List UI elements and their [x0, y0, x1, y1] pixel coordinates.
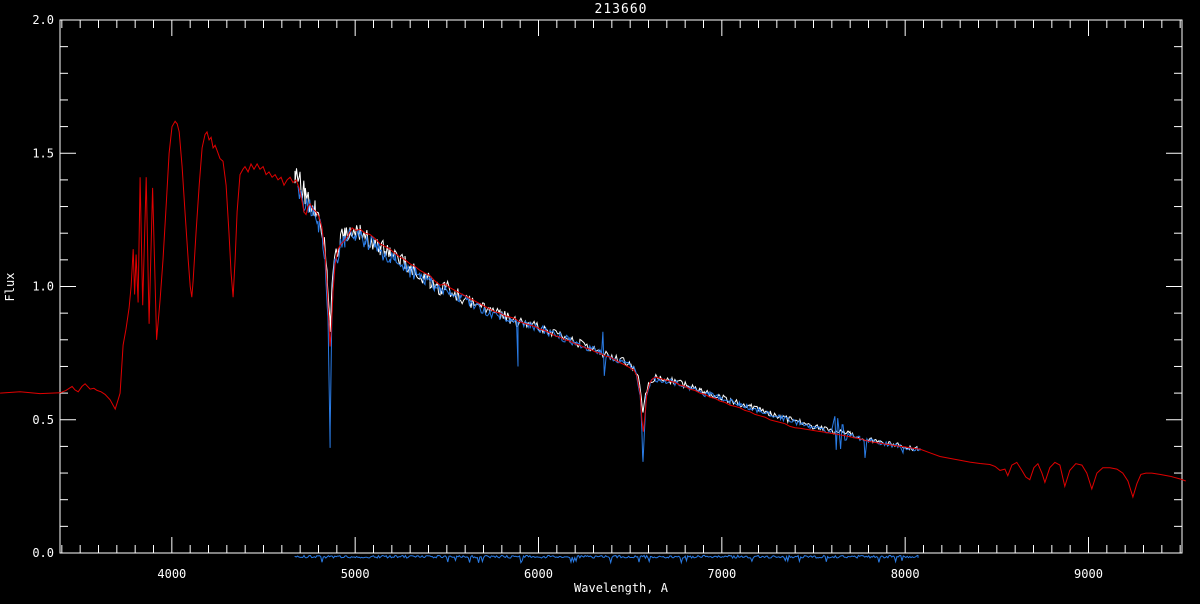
spectrum-chart: 4000 5000 6000 7000 8000 90000.00.51.01.52.0 … — [0, 0, 1200, 600]
x-tick-label: 8000 — [891, 567, 920, 581]
y-tick-label: 1.0 — [32, 280, 54, 294]
y-tick-label: 1.5 — [32, 146, 54, 160]
x-tick-label: 7000 — [707, 567, 736, 581]
x-tick-label: 5000 — [341, 567, 370, 581]
y-tick-label: 2.0 — [32, 13, 54, 27]
y-tick-label: 0.5 — [32, 413, 54, 427]
chart-background — [0, 0, 1200, 600]
x-tick-label: 6000 — [524, 567, 553, 581]
x-axis-label: Wavelength, A — [574, 581, 669, 595]
plot-title: 213660 — [595, 2, 648, 17]
y-tick-label: 0.0 — [32, 546, 54, 560]
plot-window: 4000 5000 6000 7000 8000 9000 0.0 0.5 1.0 1.5 2.0 … — [0, 0, 1200, 600]
x-tick-label: 4000 — [157, 567, 186, 581]
y-axis-label: Flux — [3, 273, 17, 302]
x-tick-label: 9000 — [1074, 567, 1103, 581]
